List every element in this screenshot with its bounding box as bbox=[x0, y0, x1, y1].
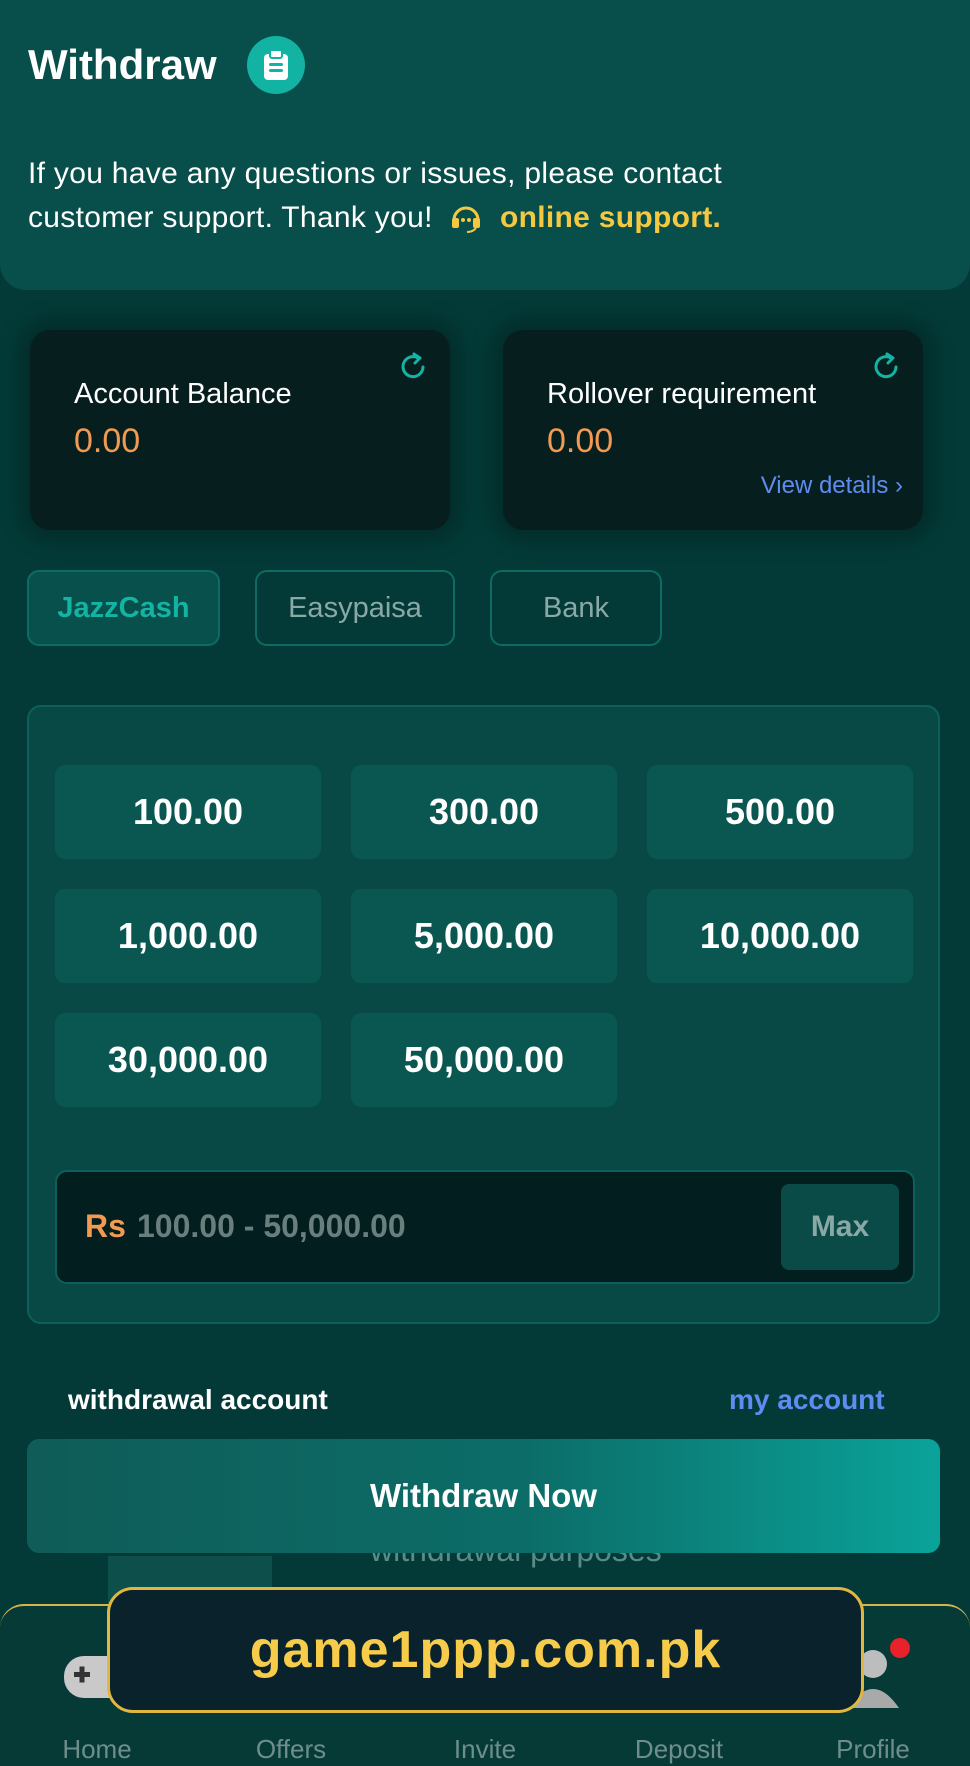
nav-home-label: Home bbox=[62, 1734, 132, 1764]
page-title: Withdraw bbox=[28, 41, 217, 88]
withdraw-now-button[interactable]: Withdraw Now bbox=[27, 1439, 940, 1553]
chevron-right-icon: › bbox=[895, 472, 903, 499]
refresh-icon[interactable] bbox=[869, 350, 903, 389]
tab-jazzcash[interactable]: JazzCash bbox=[27, 570, 220, 646]
account-balance-value: 0.00 bbox=[74, 422, 141, 460]
nav-profile-label: Profile bbox=[836, 1734, 910, 1764]
rollover-label: Rollover requirement bbox=[547, 378, 817, 410]
refresh-icon[interactable] bbox=[396, 350, 430, 389]
amount-placeholder: 100.00 - 50,000.00 bbox=[137, 1208, 406, 1244]
header-section: Withdraw If you have any questions or is… bbox=[0, 0, 970, 290]
tab-easypaisa[interactable]: Easypaisa bbox=[255, 570, 455, 646]
clipboard-icon[interactable] bbox=[246, 36, 305, 94]
nav-invite-label: Invite bbox=[453, 1734, 517, 1764]
currency-label: Rs bbox=[85, 1208, 126, 1244]
amount-option[interactable]: 5,000.00 bbox=[351, 889, 617, 983]
headset-icon bbox=[449, 202, 483, 246]
account-balance-card: Account Balance 0.00 bbox=[30, 330, 450, 530]
max-button[interactable]: Max bbox=[781, 1184, 899, 1270]
amount-input[interactable]: Rs 100.00 - 50,000.00 Max bbox=[55, 1170, 915, 1284]
payment-method-tabs: JazzCash Easypaisa Bank bbox=[27, 570, 697, 646]
site-watermark: game1ppp.com.pk bbox=[107, 1587, 864, 1713]
amount-option[interactable]: 100.00 bbox=[55, 765, 321, 859]
amount-option[interactable]: 50,000.00 bbox=[351, 1013, 617, 1107]
amount-option[interactable]: 1,000.00 bbox=[55, 889, 321, 983]
rollover-card: Rollover requirement 0.00 View details › bbox=[503, 330, 923, 530]
support-notice: If you have any questions or issues, ple… bbox=[28, 152, 828, 246]
amount-option[interactable]: 30,000.00 bbox=[55, 1013, 321, 1107]
amount-panel: 100.00 300.00 500.00 1,000.00 5,000.00 1… bbox=[27, 705, 940, 1324]
rollover-value: 0.00 bbox=[547, 422, 614, 460]
amount-option[interactable]: 300.00 bbox=[351, 765, 617, 859]
online-support-link[interactable]: online support. bbox=[500, 201, 721, 234]
my-account-link[interactable]: my account bbox=[729, 1384, 885, 1416]
title-row: Withdraw bbox=[28, 36, 305, 94]
amount-option[interactable]: 10,000.00 bbox=[647, 889, 913, 983]
nav-offers-label: Offers bbox=[255, 1734, 327, 1764]
view-details-link[interactable]: View details › bbox=[761, 472, 903, 500]
withdrawal-account-label: withdrawal account bbox=[68, 1384, 328, 1415]
tab-bank[interactable]: Bank bbox=[490, 570, 662, 646]
notification-dot bbox=[890, 1638, 910, 1658]
view-details-label: View details bbox=[760, 472, 889, 499]
nav-deposit-label: Deposit bbox=[634, 1734, 724, 1764]
account-balance-label: Account Balance bbox=[74, 378, 292, 410]
amount-option[interactable]: 500.00 bbox=[647, 765, 913, 859]
